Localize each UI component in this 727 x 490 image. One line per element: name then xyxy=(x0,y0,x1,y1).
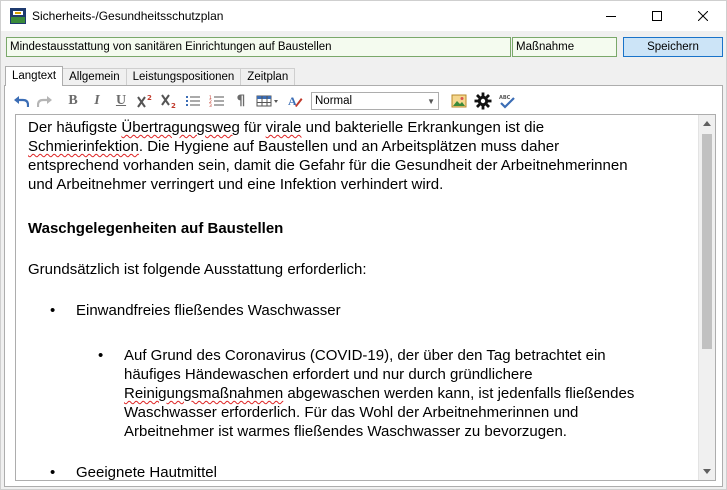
list-item: • Einwandfreies fließendes Waschwasser xyxy=(28,301,698,320)
spellcheck-icon: ABC xyxy=(499,95,515,109)
vertical-scrollbar[interactable] xyxy=(698,115,715,480)
intro-paragraph: Der häufigste Übertragungsweg für virale… xyxy=(28,118,698,194)
sub-list-item: • Auf Grund des Coronavirus (COVID-19), … xyxy=(28,346,698,441)
bullet-marker: • xyxy=(50,464,56,481)
paragraph-icon: ¶ xyxy=(236,93,246,109)
text-run: für xyxy=(239,119,266,136)
tab-langtext[interactable]: Langtext xyxy=(5,66,64,86)
redo-icon xyxy=(37,96,52,107)
numbered-list-button[interactable]: 1 2 3 xyxy=(205,90,229,112)
bullet-marker: • xyxy=(50,302,56,319)
scrollbar-thumb[interactable] xyxy=(702,134,712,349)
title-bar[interactable]: Sicherheits-/Gesundheitsschutzplan xyxy=(1,1,726,31)
type-input[interactable] xyxy=(512,37,617,57)
image-icon xyxy=(451,94,467,108)
text-run: Auf Grund des Coronavirus (COVID-19), de… xyxy=(124,347,606,364)
tab-leistungspositionen[interactable]: Leistungspositionen xyxy=(125,68,242,86)
maximize-button[interactable] xyxy=(634,1,680,31)
misspelled-word: Schmierinfektion xyxy=(28,138,139,155)
paragraph-style-value: Normal xyxy=(315,95,353,107)
subscript-button[interactable]: 2 xyxy=(157,90,181,112)
underline-icon: U xyxy=(115,93,127,108)
gear-icon xyxy=(474,92,492,110)
minimize-icon xyxy=(606,16,616,17)
bold-button[interactable]: B xyxy=(61,90,85,112)
table-button[interactable] xyxy=(253,90,283,112)
italic-icon: I xyxy=(94,93,100,108)
bullet-list-button[interactable] xyxy=(181,90,205,112)
app-window: Sicherheits-/Gesundheitsschutzplan Speic… xyxy=(0,0,727,490)
redo-button[interactable] xyxy=(33,90,57,112)
close-button[interactable] xyxy=(680,1,726,31)
editor-content[interactable]: Der häufigste Übertragungsweg für virale… xyxy=(28,118,698,481)
svg-text:2: 2 xyxy=(147,94,152,102)
section-heading: Waschgelegenheiten auf Baustellen xyxy=(28,220,284,237)
text-run: und bakterielle Erkrankungen ist die xyxy=(301,119,545,136)
app-icon xyxy=(10,8,26,24)
text-run: Der häufigste xyxy=(28,119,122,136)
text-run: entsprechend vorhanden sein, damit die G… xyxy=(28,157,628,174)
window-title: Sicherheits-/Gesundheitsschutzplan xyxy=(32,9,224,23)
chevron-down-icon xyxy=(703,469,711,474)
spellcheck-button[interactable]: ABC xyxy=(495,90,519,112)
bold-icon: B xyxy=(68,93,78,108)
text-color-button[interactable]: A xyxy=(283,90,307,112)
undo-button[interactable] xyxy=(9,90,33,112)
save-button[interactable]: Speichern xyxy=(623,37,723,57)
text-run: . Die Hygiene auf Baustellen und an Arbe… xyxy=(138,138,560,155)
tab-bar: Langtext Allgemein Leistungspositionen Z… xyxy=(5,66,296,86)
superscript-button[interactable]: 2 xyxy=(133,90,157,112)
paragraph-button[interactable]: ¶ xyxy=(229,90,253,112)
subject-input[interactable] xyxy=(6,37,511,57)
text-color-icon: A xyxy=(288,94,303,108)
text-run: und Arbeitnehmer verringert und eine Inf… xyxy=(28,176,444,193)
list-item-text: Geeignete Hautmittel xyxy=(76,464,217,481)
text-run: abgewaschen werden kann, ist jedenfalls … xyxy=(283,385,635,402)
misspelled-word: Reinigungsmaßnahmen xyxy=(124,385,284,402)
paragraph-style-select[interactable]: Normal ▼ xyxy=(311,92,439,110)
bullet-list-icon xyxy=(186,96,200,106)
text-run: Arbeitnehmer ist warmes fließendes Wasch… xyxy=(124,423,567,440)
tab-allgemein[interactable]: Allgemein xyxy=(62,68,127,86)
list-item-text: Einwandfreies fließendes Waschwasser xyxy=(76,302,341,319)
text-run: Waschwasser erforderlich. Für das Wohl d… xyxy=(124,404,579,421)
superscript-icon: 2 xyxy=(137,94,152,108)
lead-paragraph: Grundsätzlich ist folgende Ausstattung e… xyxy=(28,261,367,278)
bullet-marker: • xyxy=(98,347,104,364)
svg-text:ABC: ABC xyxy=(499,95,511,101)
maximize-icon xyxy=(652,11,662,21)
svg-text:3: 3 xyxy=(209,103,212,108)
subscript-icon: 2 xyxy=(161,94,176,109)
tab-zeitplan[interactable]: Zeitplan xyxy=(240,68,296,86)
table-icon xyxy=(256,95,278,107)
undo-icon xyxy=(14,96,29,107)
italic-button[interactable]: I xyxy=(85,90,109,112)
settings-button[interactable] xyxy=(471,90,495,112)
close-icon xyxy=(698,11,708,21)
misspelled-word: virale xyxy=(265,119,302,136)
numbered-list-icon: 1 2 3 xyxy=(209,95,224,108)
insert-image-button[interactable] xyxy=(447,90,471,112)
chevron-up-icon xyxy=(703,121,711,126)
underline-button[interactable]: U xyxy=(109,90,133,112)
editor-toolbar: B I U 2 2 1 2 3 ¶ A Normal ▼ ABC xyxy=(9,89,723,113)
misspelled-word: Übertragungsweg xyxy=(121,119,240,136)
list-item: • Geeignete Hautmittel xyxy=(28,463,698,481)
minimize-button[interactable] xyxy=(588,1,634,31)
scroll-down-button[interactable] xyxy=(699,463,715,480)
svg-text:2: 2 xyxy=(171,102,176,109)
scroll-up-button[interactable] xyxy=(699,115,715,132)
rich-text-editor[interactable]: Der häufigste Übertragungsweg für virale… xyxy=(15,114,716,481)
chevron-down-icon: ▼ xyxy=(427,96,435,106)
text-run: häufiges Händewaschen erfordert und nur … xyxy=(124,366,533,383)
